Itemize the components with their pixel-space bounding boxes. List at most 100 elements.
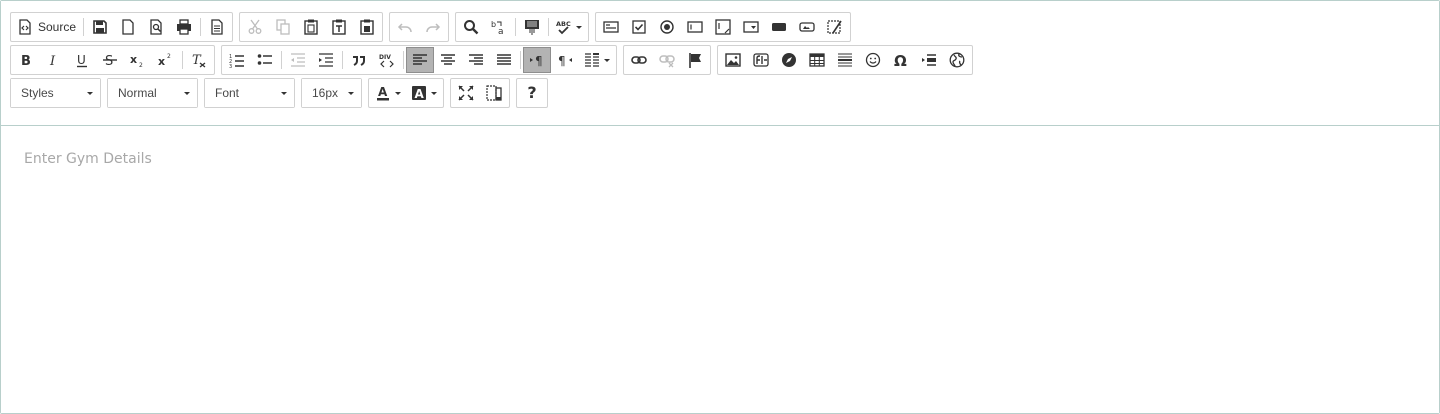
radio-button[interactable] [653, 14, 681, 40]
about-group: ? [516, 78, 548, 108]
ltr-button[interactable]: ¶ [523, 47, 551, 73]
find-button[interactable] [457, 14, 485, 40]
underline-button[interactable]: U [68, 47, 96, 73]
smiley-icon [865, 52, 881, 68]
image-button[interactable] [719, 47, 747, 73]
svg-text:U: U [77, 53, 86, 67]
iframe-button[interactable] [775, 47, 803, 73]
special-char-button[interactable]: Ω [887, 47, 915, 73]
styles-value: Styles [21, 86, 54, 100]
globe-icon [949, 52, 965, 68]
tools-group [450, 78, 510, 108]
svg-text:B: B [21, 54, 31, 68]
print-button[interactable] [170, 14, 198, 40]
font-size-value: 16px [312, 86, 339, 100]
strikethrough-button[interactable]: S [96, 47, 124, 73]
font-size-dropdown[interactable]: 16px [302, 79, 361, 107]
blockquote-button[interactable] [345, 47, 373, 73]
justify-icon [496, 52, 512, 68]
cut-button[interactable] [241, 14, 269, 40]
svg-text:a: a [498, 27, 504, 35]
bold-button[interactable]: B [12, 47, 40, 73]
save-button[interactable] [86, 14, 114, 40]
indent-button[interactable] [312, 47, 340, 73]
language-icon [584, 52, 600, 68]
svg-text:b: b [491, 20, 496, 29]
align-right-button[interactable] [462, 47, 490, 73]
image-button-field-button[interactable] [793, 14, 821, 40]
page-break-button[interactable] [915, 47, 943, 73]
hidden-field-button[interactable] [821, 14, 849, 40]
outdent-button[interactable] [284, 47, 312, 73]
iframe-globe-button[interactable] [943, 47, 971, 73]
subscript-button[interactable]: x2 [124, 47, 152, 73]
table-button[interactable] [803, 47, 831, 73]
unlink-button[interactable] [653, 47, 681, 73]
source-label: Source [38, 20, 77, 34]
redo-button[interactable] [419, 14, 447, 40]
preview-button[interactable] [142, 14, 170, 40]
maximize-button[interactable] [452, 80, 480, 106]
unlink-icon [659, 52, 675, 68]
replace-button[interactable]: ba [485, 14, 513, 40]
paste-button[interactable] [297, 14, 325, 40]
text-field-icon [687, 19, 703, 35]
basic-styles-group: B I U S x2 x2 T [10, 45, 215, 75]
rich-text-editor: Source b a ABC B I U S x 2 x 2 T 1 2 3 D… [0, 0, 1440, 414]
paste-word-button[interactable] [353, 14, 381, 40]
links-group [623, 45, 711, 75]
styles-dropdown[interactable]: Styles [11, 79, 100, 107]
superscript-button[interactable]: x2 [152, 47, 180, 73]
textarea-button[interactable] [709, 14, 737, 40]
separator [83, 18, 85, 36]
forms-group [595, 12, 852, 42]
numbered-list-button[interactable]: 123 [223, 47, 251, 73]
copy-button[interactable] [269, 14, 297, 40]
chevron-down-icon [604, 58, 610, 62]
select-all-button[interactable] [518, 14, 546, 40]
undo-button[interactable] [391, 14, 419, 40]
justify-button[interactable] [490, 47, 518, 73]
paste-text-button[interactable] [325, 14, 353, 40]
background-color-button[interactable]: A [406, 80, 442, 106]
bulleted-list-button[interactable] [251, 47, 279, 73]
rtl-button[interactable]: ¶ [551, 47, 579, 73]
toolbar-row-3: Styles Normal Font 16px A A ? [10, 78, 548, 108]
smiley-button[interactable] [859, 47, 887, 73]
new-page-button[interactable] [114, 14, 142, 40]
form-button[interactable] [597, 14, 625, 40]
help-button[interactable]: ? [518, 80, 546, 106]
flash-icon [753, 52, 769, 68]
flash-button[interactable] [747, 47, 775, 73]
anchor-button[interactable] [681, 47, 709, 73]
format-dropdown[interactable]: Normal [108, 79, 197, 107]
paragraph-group: 123 DIV ¶ ¶ [221, 45, 617, 75]
align-center-button[interactable] [434, 47, 462, 73]
language-button[interactable] [579, 47, 615, 73]
text-color-button[interactable]: A [370, 80, 406, 106]
blockquote-icon [351, 52, 367, 68]
checkbox-button[interactable] [625, 14, 653, 40]
templates-button[interactable] [203, 14, 231, 40]
toolbar-row-2: B I U S x2 x2 T 123 DIV ¶ ¶ Ω [10, 45, 973, 75]
select-field-button[interactable] [737, 14, 765, 40]
show-blocks-button[interactable] [480, 80, 508, 106]
italic-button[interactable]: I [40, 47, 68, 73]
form-icon [603, 19, 619, 35]
source-button[interactable]: Source [12, 14, 81, 40]
text-field-button[interactable] [681, 14, 709, 40]
align-center-icon [440, 52, 456, 68]
button-field-button[interactable] [765, 14, 793, 40]
create-div-button[interactable]: DIV [373, 47, 401, 73]
svg-text:ABC: ABC [556, 20, 571, 28]
link-icon [631, 52, 647, 68]
remove-format-button[interactable]: T [185, 47, 213, 73]
horizontal-rule-button[interactable] [831, 47, 859, 73]
align-left-button[interactable] [406, 47, 434, 73]
spellcheck-button[interactable]: ABC [551, 14, 587, 40]
editor-content-area[interactable]: Enter Gym Details [1, 127, 1439, 413]
font-dropdown[interactable]: Font [205, 79, 294, 107]
link-button[interactable] [625, 47, 653, 73]
chevron-down-icon [395, 91, 401, 95]
toolbar-row-1: Source b a ABC [10, 12, 852, 42]
